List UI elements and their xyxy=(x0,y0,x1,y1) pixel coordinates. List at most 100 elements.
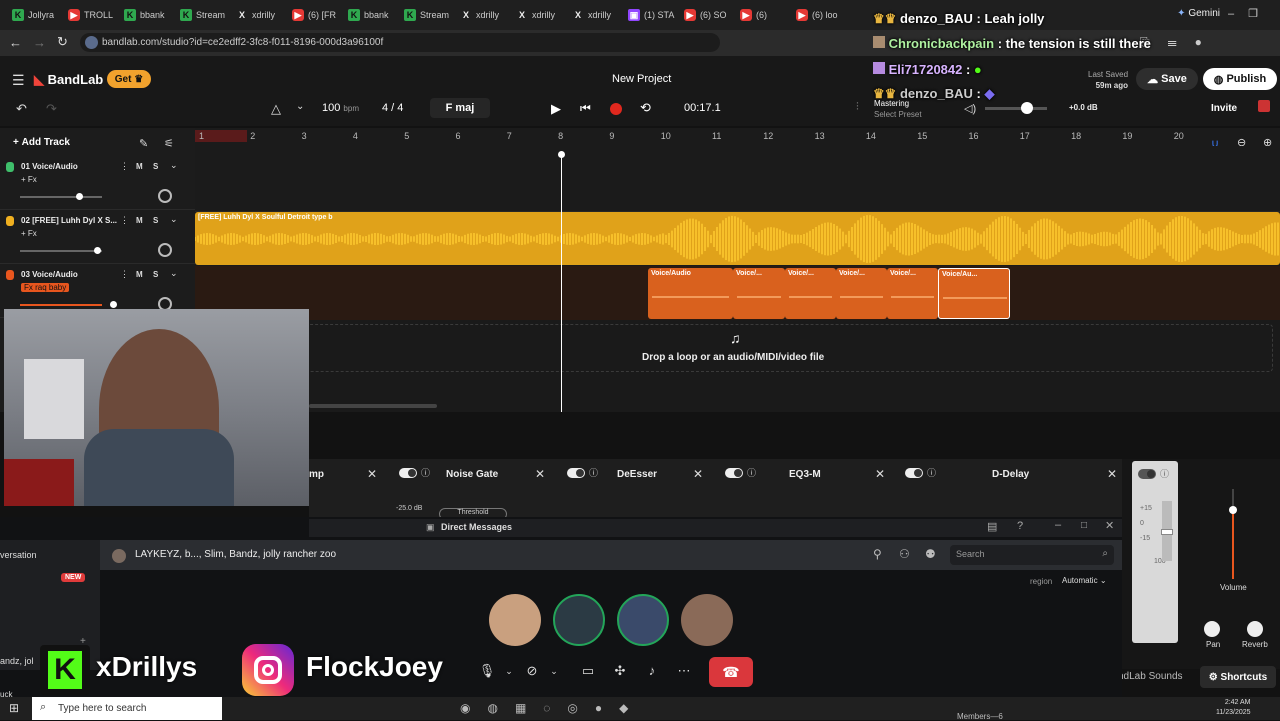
close-icon[interactable]: ✕ xyxy=(875,467,885,481)
soundboard-icon[interactable]: ♪ xyxy=(641,658,663,684)
more-options-icon[interactable]: ⋯ xyxy=(673,658,695,684)
playhead-handle[interactable] xyxy=(558,151,565,158)
vocal-clip[interactable]: Voice/... xyxy=(785,268,836,319)
group-name[interactable]: LAYKEYZ, b..., Slim, Bandz, jolly ranche… xyxy=(135,549,336,560)
track-menu-icon[interactable]: ⋮ xyxy=(120,161,129,172)
browser-tab[interactable]: Kbbank xyxy=(342,0,398,30)
project-title[interactable]: New Project xyxy=(612,73,671,85)
lane-1[interactable] xyxy=(195,146,1280,212)
effect-toggle[interactable] xyxy=(905,468,923,478)
effect-toggle[interactable] xyxy=(725,468,743,478)
track-header[interactable]: 01 Voice/Audio + Fx ⋮ M S ⌄ xyxy=(0,156,195,210)
browser-tab[interactable]: ▶ (6) xyxy=(734,0,790,30)
rewind-icon[interactable]: ⏮ xyxy=(580,101,591,116)
redo-icon[interactable]: ↷ xyxy=(46,101,57,117)
site-info-icon[interactable] xyxy=(85,36,98,49)
info-icon[interactable]: ⓘ xyxy=(421,466,430,479)
pan-knob[interactable] xyxy=(1204,621,1220,637)
bpm-field[interactable]: 100 bpm xyxy=(322,102,359,114)
add-friends-icon[interactable]: ⚇ xyxy=(899,547,910,561)
microphone-icon[interactable]: 🎙︎ xyxy=(476,658,498,684)
track-name[interactable]: 03 Voice/Audio xyxy=(21,270,78,279)
vocal-clip[interactable]: Voice/Au... xyxy=(938,268,1010,319)
track-volume-slider[interactable] xyxy=(20,301,117,308)
browser-tab[interactable]: ▶ (6) loo xyxy=(790,0,846,30)
volume-fader[interactable] xyxy=(1229,489,1237,579)
dm-close-icon[interactable]: ✕ xyxy=(1105,519,1114,532)
track-fx-button[interactable]: + Fx xyxy=(21,229,37,238)
inspector-toggle[interactable] xyxy=(1138,469,1156,479)
browser-tab[interactable]: K Stream xyxy=(398,0,454,30)
vocal-clip[interactable]: Voice/... xyxy=(887,268,938,319)
call-participant-avatar[interactable] xyxy=(489,594,541,646)
menu-list-icon[interactable]: ☰ xyxy=(1168,35,1195,49)
close-icon[interactable]: ✕ xyxy=(693,467,703,481)
close-icon[interactable]: ✕ xyxy=(535,467,545,481)
add-track-button[interactable]: + Add Track xyxy=(13,137,70,148)
record-icon[interactable] xyxy=(610,103,622,115)
chevron-down-icon[interactable]: ⌄ xyxy=(170,160,178,171)
conversation-label[interactable]: versation xyxy=(0,550,37,560)
dm-search-field[interactable]: Search ⌕ xyxy=(950,545,1114,565)
mute-button[interactable]: M xyxy=(136,162,143,171)
browser-tab[interactable]: Xxdrilly xyxy=(230,0,286,30)
mic-options-icon[interactable]: ⌄ xyxy=(498,658,520,684)
get-button[interactable]: Get ♛ xyxy=(107,70,151,88)
track-name[interactable]: 02 [FREE] Luhh Dyl X S... xyxy=(21,216,117,225)
track-menu-icon[interactable]: ⋮ xyxy=(120,269,129,280)
profile-icon[interactable]: ● xyxy=(1195,35,1220,49)
vocal-clip[interactable]: Voice/... xyxy=(836,268,887,319)
chevron-down-icon[interactable]: ⌄ xyxy=(170,214,178,225)
info-icon[interactable]: ⓘ xyxy=(589,466,598,479)
mute-button[interactable]: M xyxy=(136,216,143,225)
clock[interactable]: 2:42 AM 11/23/2025 xyxy=(1216,698,1251,718)
vocal-clip[interactable]: Voice/... xyxy=(733,268,785,319)
close-icon[interactable]: ✕ xyxy=(367,467,377,481)
inbox-icon[interactable]: ▤ xyxy=(987,520,997,533)
info-icon[interactable]: ⓘ xyxy=(1160,467,1169,480)
call-participant-avatar[interactable] xyxy=(681,594,733,646)
gemini-button[interactable]: ✦ Gemini xyxy=(1177,8,1220,19)
screen-share-icon[interactable]: ▭ xyxy=(577,658,599,684)
start-icon[interactable]: ⊞ xyxy=(9,701,19,715)
minimize-icon[interactable]: – xyxy=(1228,8,1248,20)
help-icon[interactable]: ? xyxy=(1017,520,1023,532)
track-header[interactable]: 02 [FREE] Luhh Dyl X S... + Fx ⋮ M S ⌄ xyxy=(0,210,195,264)
track-name[interactable]: 01 Voice/Audio xyxy=(21,162,78,171)
solo-button[interactable]: S xyxy=(153,162,158,171)
timeline-ruler[interactable]: 1 2 3 4 5 6 7 8 9 10 11 12 13 14 15 16 17 18 19 20 xyxy=(195,128,1280,146)
dm-minimize-icon[interactable]: – xyxy=(1055,519,1061,531)
taskbar-search[interactable]: ⌕ Type here to search xyxy=(32,697,222,720)
track-menu-icon[interactable]: ⋮ xyxy=(120,215,129,226)
track-lanes[interactable]: [FREE] Luhh Dyl X Soulful Detroit type b… xyxy=(195,146,1280,412)
chevron-down-icon[interactable]: ⌄ xyxy=(170,268,178,279)
mute-button[interactable]: M xyxy=(136,270,143,279)
play-icon[interactable]: ▶ xyxy=(551,101,561,117)
time-signature[interactable]: 4 / 4 xyxy=(382,102,403,114)
browser-tab[interactable]: ▶ (6) SO xyxy=(678,0,734,30)
browser-tab[interactable]: Xxdrilly xyxy=(566,0,622,30)
track-volume-slider[interactable] xyxy=(20,247,102,254)
track-fx-button[interactable]: + Fx xyxy=(21,175,37,184)
browser-tab[interactable]: ▣ (1) STA xyxy=(622,0,678,30)
publish-button[interactable]: ◍ Publish xyxy=(1203,68,1277,90)
camera-options-icon[interactable]: ⌄ xyxy=(543,658,565,684)
track-pan-knob[interactable] xyxy=(158,243,172,257)
close-icon[interactable]: ✕ xyxy=(1107,467,1117,481)
browser-tab[interactable]: K Stream xyxy=(174,0,230,30)
gain-slider[interactable] xyxy=(1161,501,1173,561)
speaker-icon[interactable]: ◁) xyxy=(964,102,976,115)
playhead[interactable] xyxy=(561,154,562,412)
browser-tab[interactable]: Xxdrilly xyxy=(454,0,510,30)
bandlab-logo[interactable]: ◣ BandLab xyxy=(34,72,103,88)
disconnect-button[interactable]: ☎ xyxy=(709,657,753,687)
camera-off-icon[interactable]: ⊘ xyxy=(521,658,543,684)
hamburger-menu-icon[interactable]: ☰ xyxy=(12,72,25,89)
info-icon[interactable]: ⓘ xyxy=(747,466,756,479)
effect-toggle[interactable] xyxy=(567,468,585,478)
call-participant-avatar[interactable] xyxy=(617,594,669,646)
browser-tab[interactable]: K Jollyra xyxy=(6,0,62,30)
track-fx-button[interactable]: Fx raq baby xyxy=(21,283,70,292)
effect-toggle[interactable] xyxy=(399,468,417,478)
key-selector[interactable]: F maj xyxy=(430,98,490,118)
